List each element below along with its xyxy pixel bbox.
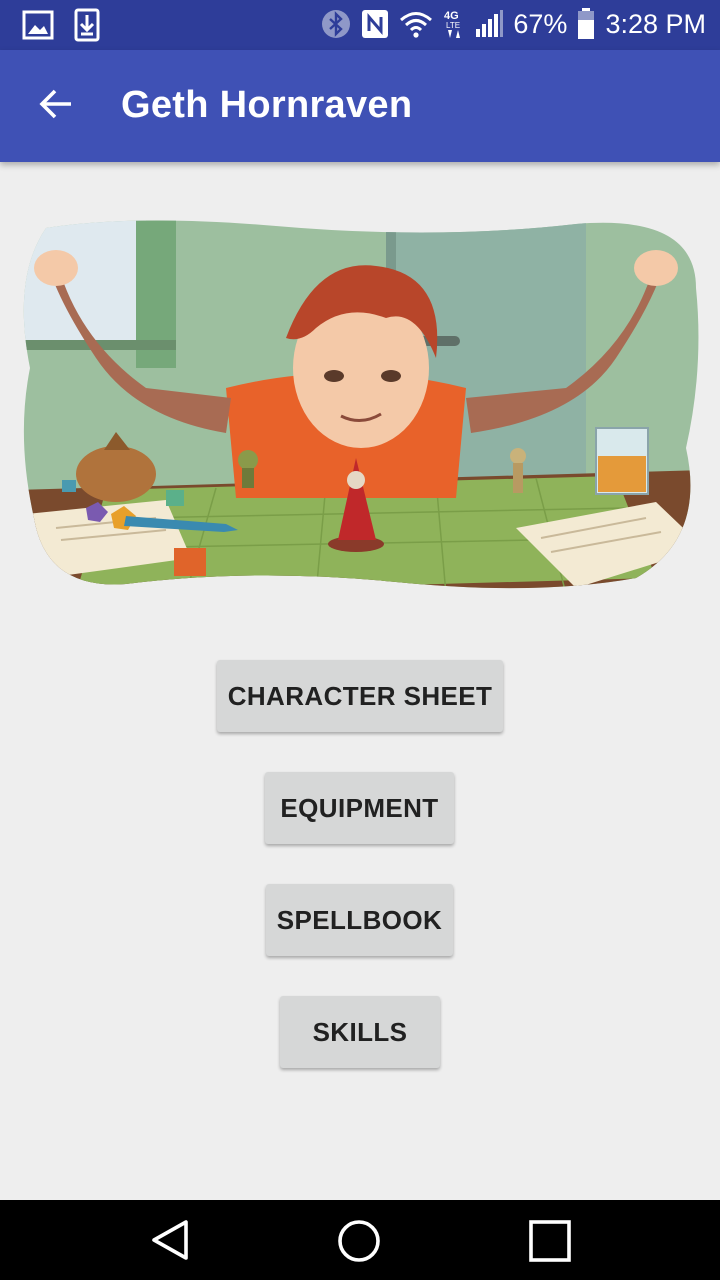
- spellbook-button[interactable]: SPELLBOOK: [266, 884, 453, 956]
- battery-percent: 67%: [513, 8, 568, 39]
- recents-square-icon: [527, 1220, 573, 1268]
- nfc-icon: [361, 9, 389, 39]
- wifi-icon: [399, 10, 433, 38]
- skills-button[interactable]: SKILLS: [280, 996, 440, 1068]
- signal-icon: [475, 10, 504, 38]
- gallery-icon: [22, 8, 54, 42]
- character-sheet-button[interactable]: CHARACTER SHEET: [217, 660, 503, 732]
- svg-text:LTE: LTE: [446, 21, 460, 30]
- status-notifications: [22, 8, 100, 42]
- equipment-button[interactable]: EQUIPMENT: [265, 772, 454, 844]
- app-bar: Geth Hornraven: [0, 50, 720, 162]
- back-button[interactable]: [30, 80, 82, 132]
- nav-recents-button[interactable]: [527, 1218, 573, 1269]
- nav-home-button[interactable]: [336, 1218, 382, 1269]
- home-circle-icon: [336, 1220, 382, 1268]
- nav-back-button[interactable]: [148, 1218, 192, 1267]
- status-bar: 4G LTE 67% 3:28 PM: [0, 0, 720, 50]
- bluetooth-icon: [321, 9, 351, 39]
- status-system: 4G LTE 67% 3:28 PM: [321, 8, 706, 40]
- page-title: Geth Hornraven: [121, 84, 413, 126]
- tabletop-game-illustration: [23, 220, 699, 589]
- hero-illustration: [16, 218, 704, 594]
- mobile-data-icon: 4G LTE: [443, 8, 465, 40]
- navigation-bar: [0, 1200, 720, 1280]
- arrow-back-icon: [38, 86, 74, 127]
- battery-icon: [577, 8, 595, 40]
- download-icon: [74, 8, 100, 42]
- clock: 3:28 PM: [605, 8, 706, 39]
- back-triangle-icon: [148, 1220, 192, 1266]
